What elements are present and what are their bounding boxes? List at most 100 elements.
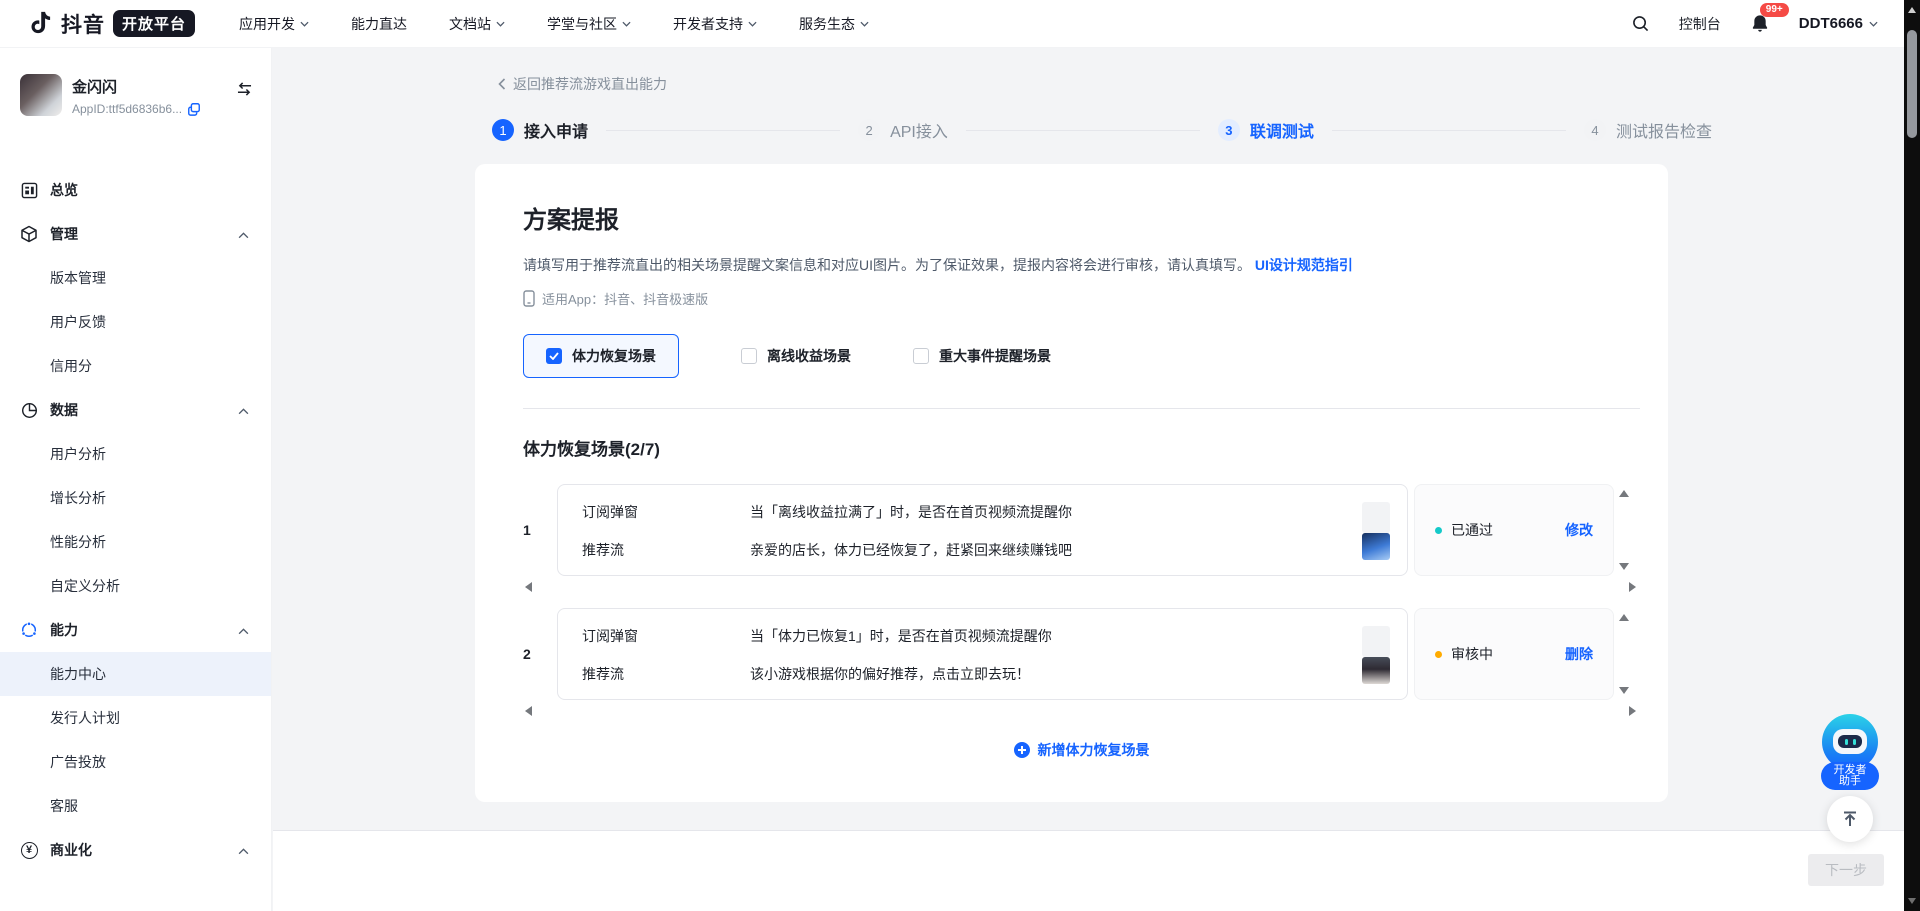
thumbnail-placeholder <box>1362 502 1390 533</box>
step-3[interactable]: 3 联调测试 <box>1218 118 1314 142</box>
step-label: API接入 <box>890 118 948 142</box>
scene-option-label: 重大事件提醒场景 <box>939 346 1051 366</box>
app-name: 金闪闪 <box>72 76 226 97</box>
nav-item-label: 文档站 <box>449 14 491 34</box>
nav-item-academy[interactable]: 学堂与社区 <box>547 14 631 34</box>
sidebar-item-user-analysis[interactable]: 用户分析 <box>0 432 271 476</box>
sidebar-item-label: 版本管理 <box>50 268 106 288</box>
switch-app-icon[interactable] <box>236 82 253 101</box>
user-menu[interactable]: DDT6666 <box>1799 15 1878 32</box>
sidebar-item-performance[interactable]: 性能分析 <box>0 520 271 564</box>
sidebar-group-commercial[interactable]: ¥ 商业化 <box>0 828 271 872</box>
nav-item-label: 应用开发 <box>239 14 295 34</box>
assistant-label: 开发者助手 <box>1821 762 1879 790</box>
sidebar-item-feedback[interactable]: 用户反馈 <box>0 300 271 344</box>
checkbox-unchecked[interactable] <box>741 348 757 364</box>
sidebar-item-label: 商业化 <box>50 840 92 860</box>
brand-logo[interactable]: 抖音 开放平台 <box>26 9 195 39</box>
notification-count-badge: 99+ <box>1760 3 1789 17</box>
sidebar-item-ad[interactable]: 广告投放 <box>0 740 271 784</box>
step-label: 测试报告检查 <box>1616 118 1712 142</box>
ui-guide-link[interactable]: UI设计规范指引 <box>1255 257 1353 273</box>
checkbox-unchecked[interactable] <box>913 348 929 364</box>
add-scene-button[interactable]: 新增体力恢复场景 <box>1014 740 1150 760</box>
scroll-left-arrow[interactable] <box>525 582 532 592</box>
modify-link[interactable]: 修改 <box>1565 520 1593 540</box>
nav-item-docs[interactable]: 文档站 <box>449 14 505 34</box>
sidebar-item-credit[interactable]: 信用分 <box>0 344 271 388</box>
scrollbar-down-arrow[interactable] <box>1908 898 1916 904</box>
scene-option-offline-income[interactable]: 离线收益场景 <box>741 346 851 366</box>
horizontal-scrollbar[interactable] <box>523 700 1640 716</box>
stepper: 1 接入申请 2 API接入 3 联调测试 4 测试报告检查 <box>492 118 1712 142</box>
nav-item-app-dev[interactable]: 应用开发 <box>239 14 309 34</box>
scroll-right-arrow[interactable] <box>1629 582 1636 592</box>
sidebar-item-label: 用户分析 <box>50 444 106 464</box>
scene-type-selector: 体力恢复场景 离线收益场景 重大事件提醒场景 <box>523 334 1640 378</box>
delete-link[interactable]: 删除 <box>1565 644 1593 664</box>
horizontal-scrollbar[interactable] <box>523 576 1640 592</box>
page-title: 方案提报 <box>523 200 1640 235</box>
sidebar-item-publisher-plan[interactable]: 发行人计划 <box>0 696 271 740</box>
sidebar-item-overview[interactable]: 总览 <box>0 168 271 212</box>
feed-label: 推荐流 <box>582 540 672 560</box>
scroll-down-arrow[interactable] <box>1619 563 1629 570</box>
scene-row: 1 订阅弹窗 当「离线收益拉满了」时，是否在首页视频流提醒你 推荐流 亲爱的店长… <box>523 484 1640 576</box>
overview-icon <box>20 182 38 199</box>
sidebar-item-customer-service[interactable]: 客服 <box>0 784 271 828</box>
step-4[interactable]: 4 测试报告检查 <box>1584 118 1712 142</box>
popup-label: 订阅弹窗 <box>582 626 672 646</box>
sidebar-item-label: 信用分 <box>50 356 92 376</box>
notifications-button[interactable]: 99+ <box>1751 14 1769 33</box>
chevron-up-icon <box>238 842 249 858</box>
check-icon <box>549 352 559 360</box>
app-id: AppID:ttf5d6836b6... <box>72 102 182 116</box>
scroll-up-arrow[interactable] <box>1619 614 1629 621</box>
nav-item-label: 能力直达 <box>351 14 407 34</box>
status-badge: 已通过 <box>1451 520 1493 540</box>
step-2[interactable]: 2 API接入 <box>858 118 948 142</box>
nav-item-ecosystem[interactable]: 服务生态 <box>799 14 869 34</box>
copy-icon[interactable] <box>187 102 201 116</box>
sidebar-item-capability-center[interactable]: 能力中心 <box>0 652 271 696</box>
checkbox-checked[interactable] <box>546 348 562 364</box>
sidebar-item-label: 性能分析 <box>50 532 106 552</box>
nav-item-capability[interactable]: 能力直达 <box>351 14 407 34</box>
thumbnail-image[interactable] <box>1362 533 1390 560</box>
sidebar-item-label: 数据 <box>50 400 78 420</box>
scene-row: 2 订阅弹窗 当「体力已恢复1」时，是否在首页视频流提醒你 推荐流 该小游戏根据… <box>523 608 1640 700</box>
console-link[interactable]: 控制台 <box>1679 14 1721 34</box>
scrollbar-up-arrow[interactable] <box>1908 7 1916 13</box>
thumbnail-image[interactable] <box>1362 657 1390 684</box>
sidebar-group-manage[interactable]: 管理 <box>0 212 271 256</box>
step-1[interactable]: 1 接入申请 <box>492 118 588 142</box>
page-scrollbar[interactable] <box>1904 0 1920 911</box>
scroll-down-arrow[interactable] <box>1619 687 1629 694</box>
next-step-button[interactable]: 下一步 <box>1808 854 1884 886</box>
chevron-left-icon <box>498 78 506 90</box>
row-index: 1 <box>523 484 557 576</box>
scroll-up-arrow[interactable] <box>1619 490 1629 497</box>
sidebar-item-custom-analysis[interactable]: 自定义分析 <box>0 564 271 608</box>
card-description: 请填写用于推荐流直出的相关场景提醒文案信息和对应UI图片。为了保证效果，提报内容… <box>523 257 1251 273</box>
back-link[interactable]: 返回推荐流游戏直出能力 <box>498 74 667 94</box>
sidebar-item-version[interactable]: 版本管理 <box>0 256 271 300</box>
status-badge: 审核中 <box>1451 644 1493 664</box>
sidebar-item-growth[interactable]: 增长分析 <box>0 476 271 520</box>
scene-option-stamina[interactable]: 体力恢复场景 <box>523 334 679 378</box>
status-panel: 已通过 修改 <box>1414 484 1614 576</box>
scroll-left-arrow[interactable] <box>525 706 532 716</box>
yen-icon: ¥ <box>20 842 38 859</box>
search-icon[interactable] <box>1632 15 1649 32</box>
sidebar-group-capability[interactable]: 能力 <box>0 608 271 652</box>
scene-option-major-event[interactable]: 重大事件提醒场景 <box>913 346 1051 366</box>
scroll-right-arrow[interactable] <box>1629 706 1636 716</box>
sidebar-group-data[interactable]: 数据 <box>0 388 271 432</box>
nav-item-support[interactable]: 开发者支持 <box>673 14 757 34</box>
developer-assistant-widget[interactable]: 开发者助手 <box>1821 714 1879 790</box>
scrollbar-thumb[interactable] <box>1907 30 1917 138</box>
back-to-top-button[interactable] <box>1827 796 1873 842</box>
popup-label: 订阅弹窗 <box>582 502 672 522</box>
chevron-up-icon <box>238 622 249 638</box>
back-link-label: 返回推荐流游戏直出能力 <box>513 74 667 94</box>
